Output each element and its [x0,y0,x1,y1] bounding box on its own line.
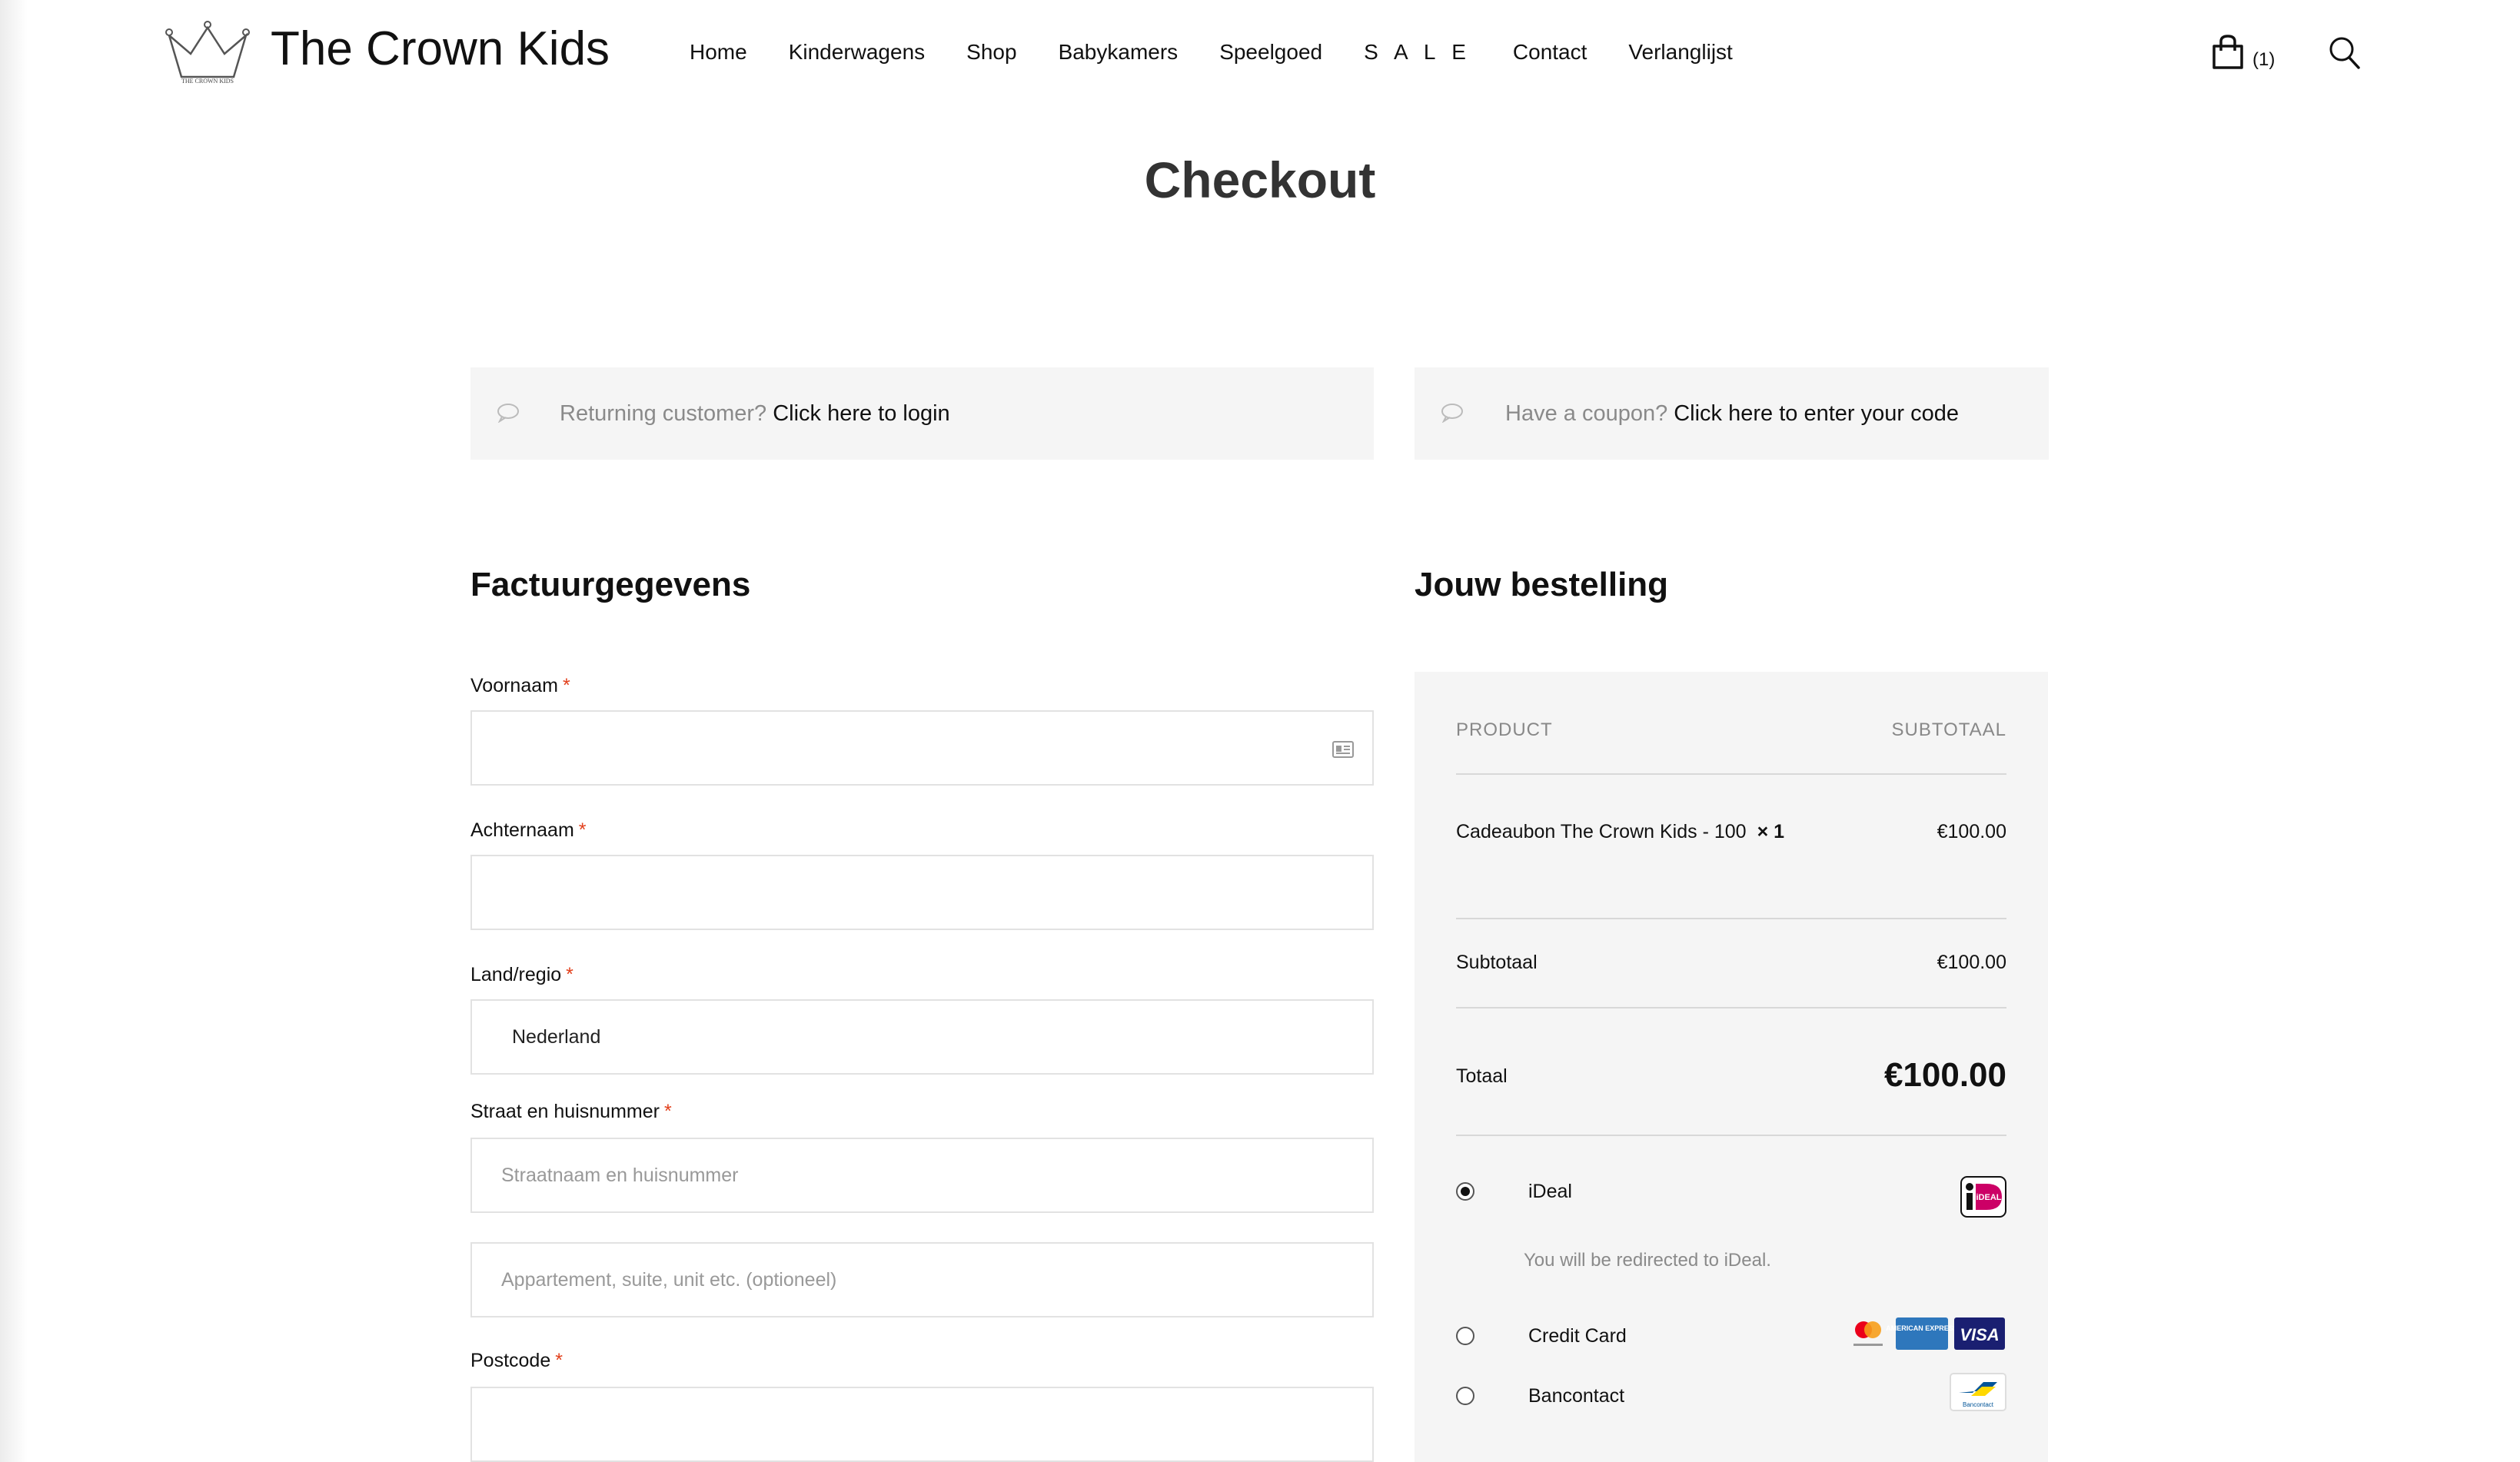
bancontact-label[interactable]: Bancontact [1528,1385,1624,1407]
page-title: Checkout [1144,151,1376,208]
nav-shop[interactable]: Shop [966,40,1016,71]
postcode-input[interactable] [470,1387,1374,1462]
nav-sale[interactable]: S A L E [1364,40,1471,71]
login-notice-text: Returning customer? [560,400,767,426]
nav-home[interactable]: Home [690,40,747,71]
credit-card-radio[interactable] [1456,1327,1474,1345]
visa-logo-text: VISA [1960,1325,1999,1344]
col-subtotal: SUBTOTAAL [1891,719,2006,740]
country-value: Nederland [512,1025,601,1048]
col-product: PRODUCT [1456,719,1553,740]
payment-method-ideal[interactable]: iDeal iDEAL [1456,1176,2006,1219]
bancontact-radio[interactable] [1456,1387,1474,1405]
shopping-bag-icon [2212,35,2243,69]
last-name-label-text: Achternaam [470,819,574,841]
order-heading: Jouw bestelling [1415,566,1669,603]
payment-method-bancontact[interactable]: Bancontact Bancontact [1456,1373,2006,1424]
total-row: Totaal €100.00 [1456,1056,2006,1094]
card-logos-icon: AMERICAN EXPRESS VISA [1853,1317,2005,1350]
main-nav: Home Kinderwagens Shop Babykamers Speelg… [690,40,1733,71]
apartment-placeholder: Appartement, suite, unit etc. (optioneel… [501,1268,837,1291]
nav-contact[interactable]: Contact [1513,40,1587,71]
speech-bubble-icon [497,404,519,423]
item-price: €100.00 [1937,821,2006,842]
search-button[interactable] [2328,35,2362,71]
payment-method-credit-card[interactable]: Credit Card AMERICAN EXPRESS VISA [1456,1317,2006,1364]
ideal-logo-icon: iDEAL [1960,1176,2006,1218]
billing-heading: Factuurgegevens [470,566,751,603]
cart-button[interactable]: (1) [2209,34,2279,77]
bancontact-logo-icon: Bancontact [1950,1373,2006,1411]
street-placeholder: Straatnaam en huisnummer [501,1164,739,1186]
ideal-radio[interactable] [1456,1182,1474,1201]
order-table-header: PRODUCT SUBTOTAAL [1456,719,2006,741]
item-name: Cadeaubon The Crown Kids - 100 [1456,821,1747,842]
street-label: Straat en huisnummer * [470,1101,672,1123]
total-label: Totaal [1456,1065,1508,1087]
brand-name[interactable]: The Crown Kids [271,22,610,76]
nav-babykamers[interactable]: Babykamers [1059,40,1179,71]
item-qty: × 1 [1757,821,1785,842]
apartment-input[interactable]: Appartement, suite, unit etc. (optioneel… [470,1242,1374,1317]
nav-kinderwagens[interactable]: Kinderwagens [789,40,925,71]
coupon-link[interactable]: Click here to enter your code [1674,401,1959,427]
divider [1456,918,2006,919]
contact-card-icon[interactable] [1332,741,1354,758]
search-icon [2329,37,2360,69]
required-mark: * [562,675,570,696]
divider [1456,773,2006,775]
nav-speelgoed[interactable]: Speelgoed [1219,40,1322,71]
country-label-text: Land/regio [470,964,562,985]
ideal-label[interactable]: iDeal [1528,1181,1572,1203]
first-name-input[interactable] [470,710,1374,786]
credit-card-label[interactable]: Credit Card [1528,1325,1627,1347]
logo-small-text: THE CROWN KIDS [181,78,234,85]
required-mark: * [663,1101,672,1122]
postcode-label: Postcode * [470,1350,563,1372]
page-edge-shadow [0,0,28,1462]
first-name-label: Voornaam * [470,675,570,697]
required-mark: * [566,964,573,985]
postcode-label-text: Postcode [470,1350,551,1371]
order-review-panel: PRODUCT SUBTOTAAL Cadeaubon The Crown Ki… [1415,672,2048,1462]
login-notice: Returning customer? Click here to login [470,367,1374,460]
street-input[interactable]: Straatnaam en huisnummer [470,1138,1374,1213]
login-link[interactable]: Click here to login [773,401,950,427]
first-name-label-text: Voornaam [470,675,558,696]
subtotal-label: Subtotaal [1456,952,1538,973]
amex-logo-text: AMERICAN EXPRESS [1886,1324,1958,1332]
coupon-notice-text: Have a coupon? [1505,400,1668,426]
divider [1456,1007,2006,1008]
ideal-description: You will be redirected to iDeal. [1524,1250,1771,1271]
nav-verlanglijst[interactable]: Verlanglijst [1628,40,1732,71]
required-mark: * [578,819,587,841]
last-name-label: Achternaam * [470,819,587,842]
cart-count: (1) [2252,49,2276,70]
required-mark: * [555,1350,563,1371]
street-label-text: Straat en huisnummer [470,1101,660,1122]
subtotal-row: Subtotaal €100.00 [1456,952,2006,974]
divider [1456,1135,2006,1136]
order-item-row: Cadeaubon The Crown Kids - 100 × 1 €100.0… [1456,821,2006,843]
subtotal-value: €100.00 [1937,952,2006,973]
last-name-input[interactable] [470,855,1374,930]
country-label: Land/regio * [470,964,573,986]
speech-bubble-icon [1441,404,1463,423]
bancontact-logo-text: Bancontact [1963,1401,1994,1408]
ideal-logo-text: iDEAL [1976,1193,2002,1202]
total-value: €100.00 [1883,1056,2006,1094]
coupon-notice: Have a coupon? Click here to enter your … [1415,367,2049,460]
crown-logo-icon[interactable]: THE CROWN KIDS [165,20,251,85]
country-select[interactable]: Nederland [470,999,1374,1075]
